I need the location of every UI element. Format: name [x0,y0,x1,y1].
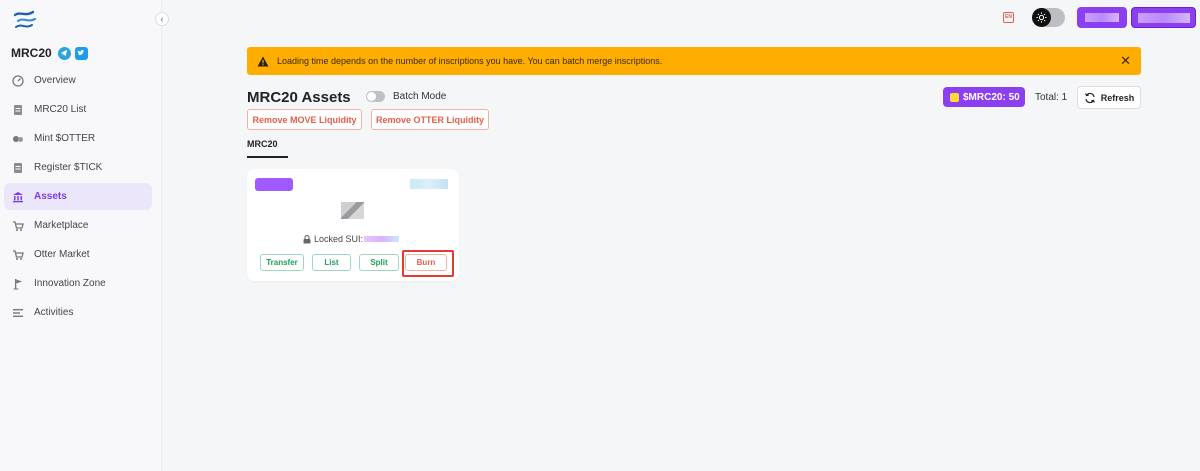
sidebar-item-register-tick[interactable]: Register $TICK [4,154,152,181]
network-button[interactable] [1077,7,1127,28]
sidebar-nav: Overview MRC20 List Mint $OTTER Register… [4,67,152,328]
locked-sui: Locked SUI: [303,234,400,244]
refresh-icon [1084,92,1095,103]
split-button[interactable]: Split [359,254,399,271]
redacted-value [364,236,400,242]
page-title: MRC20 Assets [247,89,351,106]
brand-name: MRC20 [11,46,52,60]
sidebar-item-label: Otter Market [34,249,90,260]
sidebar-item-label: Register $TICK [34,162,103,173]
sidebar-item-label: Innovation Zone [34,278,106,289]
language-icon[interactable]: EN [1003,12,1014,23]
balance-badge: $MRC20: 50 [943,87,1025,107]
redacted-text [1138,13,1190,23]
cart-icon [12,249,24,261]
sidebar-item-mint-otter[interactable]: Mint $OTTER [4,125,152,152]
theme-toggle[interactable] [1032,8,1065,27]
telegram-icon[interactable] [57,46,71,60]
refresh-label: Refresh [1100,92,1135,103]
gauge-icon [12,74,24,87]
app-logo-icon[interactable] [12,8,38,32]
cart-icon [12,220,24,232]
batch-mode: Batch Mode [366,91,446,102]
lock-icon [303,234,311,243]
batch-mode-toggle[interactable] [366,91,385,102]
remove-otter-liquidity-button[interactable]: Remove OTTER Liquidity [371,109,489,130]
warning-icon [257,56,269,66]
redacted-text [1085,13,1119,22]
sidebar-item-otter-market[interactable]: Otter Market [4,241,152,268]
sidebar-item-marketplace[interactable]: Marketplace [4,212,152,239]
sun-icon [1032,8,1051,27]
close-icon[interactable]: ✕ [1120,54,1131,67]
tab-mrc20[interactable]: MRC20 [247,139,278,149]
flag-icon [12,278,24,290]
sidebar-item-label: Mint $OTTER [34,133,96,144]
sidebar-item-innovation-zone[interactable]: Innovation Zone [4,270,152,297]
sidebar-item-label: Overview [34,75,76,86]
coin-icon [950,92,959,102]
redacted-id [410,179,448,189]
sidebar-item-label: Assets [34,191,67,202]
asset-card[interactable]: Locked SUI: Transfer List Split Burn [247,169,459,281]
alert-text: Loading time depends on the number of in… [277,56,663,66]
total-count: Total: 1 [1035,92,1068,103]
balance-text: $MRC20: 50 [963,91,1020,103]
burn-button[interactable]: Burn [405,254,447,271]
list-button[interactable]: List [312,254,351,271]
refresh-button[interactable]: Refresh [1077,86,1141,109]
asset-image [341,202,364,219]
loading-alert: Loading time depends on the number of in… [247,47,1141,75]
wallet-address-button[interactable] [1131,7,1196,28]
document-icon [12,104,24,116]
otter-icon [12,133,24,145]
redacted-tag [255,178,293,191]
sidebar-collapse-button[interactable]: ‹ [155,12,169,26]
sidebar-item-label: Activities [34,307,74,318]
locked-label: Locked SUI: [314,234,364,244]
tab-underline [247,156,288,158]
document-icon [12,162,24,174]
sidebar-item-overview[interactable]: Overview [4,67,152,94]
transfer-button[interactable]: Transfer [260,254,304,271]
sidebar: MRC20 Overview MRC20 List Mint $OTTER Re… [0,0,162,471]
remove-move-liquidity-button[interactable]: Remove MOVE Liquidity [247,109,362,130]
sidebar-item-label: MRC20 List [34,104,87,115]
list-icon [12,307,24,319]
sidebar-item-activities[interactable]: Activities [4,299,152,326]
sidebar-item-mrc20-list[interactable]: MRC20 List [4,96,152,123]
bank-icon [12,191,24,203]
sidebar-item-label: Marketplace [34,220,89,231]
twitter-icon[interactable] [74,46,88,60]
brand: MRC20 [11,46,88,60]
batch-mode-label: Batch Mode [393,91,447,102]
sidebar-item-assets[interactable]: Assets [4,183,152,210]
